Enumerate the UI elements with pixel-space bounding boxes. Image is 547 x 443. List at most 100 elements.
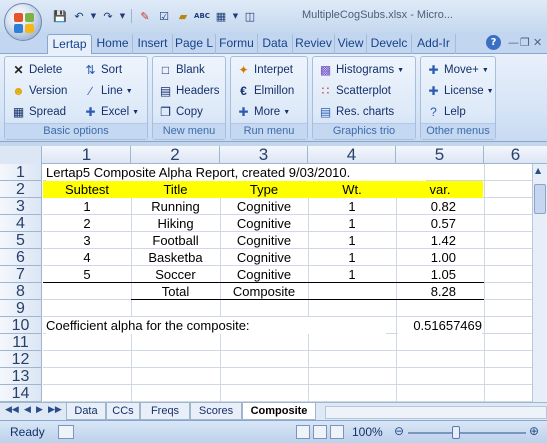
zoom-out-icon[interactable]: ⊖ bbox=[394, 424, 404, 438]
row-header[interactable]: 3 bbox=[0, 198, 42, 215]
total-variance[interactable]: 8.28 bbox=[396, 283, 456, 300]
tab-review[interactable]: Reviev bbox=[293, 34, 335, 54]
report-title[interactable]: Lertap5 Composite Alpha Report, created … bbox=[46, 164, 426, 181]
histograms-button[interactable]: ▩ Histograms ▼ bbox=[318, 61, 404, 79]
table-cell[interactable]: 5 bbox=[43, 266, 131, 283]
sheet-tab-data[interactable]: Data bbox=[66, 403, 106, 420]
copy-button[interactable]: ❐ Copy bbox=[158, 103, 203, 121]
table-cell[interactable]: 0.57 bbox=[396, 215, 456, 232]
row-header[interactable]: 13 bbox=[0, 368, 42, 385]
headers-button[interactable]: ▤ Headers bbox=[158, 82, 220, 100]
tab-add-ins[interactable]: Add-Ir bbox=[412, 34, 456, 54]
table-cell[interactable]: Cognitive bbox=[220, 249, 308, 266]
table-cell[interactable]: Hiking bbox=[131, 215, 220, 232]
tab-view[interactable]: View bbox=[335, 34, 367, 54]
zoom-slider[interactable] bbox=[408, 432, 526, 434]
normal-view-icon[interactable] bbox=[296, 425, 310, 439]
vertical-scrollbar[interactable]: ▲ bbox=[532, 164, 547, 402]
sheet-tab-ccs[interactable]: CCs bbox=[106, 403, 140, 420]
office-button[interactable] bbox=[4, 3, 42, 41]
row-header[interactable]: 1 bbox=[0, 164, 42, 181]
zoom-slider-thumb[interactable] bbox=[452, 426, 460, 439]
spreadsheet-grid[interactable]: 1 2 3 4 5 6 1 2 3 4 5 6 7 8 9 10 11 12 1… bbox=[0, 146, 547, 402]
sort-icon[interactable]: ▦ bbox=[213, 8, 229, 24]
total-type[interactable]: Composite bbox=[220, 283, 308, 300]
help-button[interactable]: ? Lelp bbox=[426, 103, 466, 121]
column-header[interactable]: 3 bbox=[220, 146, 308, 164]
table-cell[interactable]: 1 bbox=[308, 232, 396, 249]
undo-icon[interactable]: ↶ bbox=[71, 8, 87, 24]
delete-button[interactable]: ✕ Delete bbox=[11, 61, 62, 79]
table-cell[interactable]: Cognitive bbox=[220, 266, 308, 283]
sheet-tab-composite[interactable]: Composite bbox=[242, 403, 316, 420]
alpha-label[interactable]: Coefficient alpha for the composite: bbox=[46, 317, 386, 334]
res-charts-button[interactable]: ▤ Res. charts bbox=[318, 103, 394, 121]
header-type[interactable]: Type bbox=[220, 181, 308, 198]
scroll-up-icon[interactable]: ▲ bbox=[535, 166, 541, 175]
zoom-level[interactable]: 100% bbox=[352, 425, 383, 439]
tab-page-layout[interactable]: Page L bbox=[173, 34, 216, 54]
row-header[interactable]: 8 bbox=[0, 283, 42, 300]
zoom-in-icon[interactable]: ⊕ bbox=[529, 424, 539, 438]
tab-developer[interactable]: Develc bbox=[367, 34, 412, 54]
scroll-thumb[interactable] bbox=[534, 184, 546, 214]
redo-icon[interactable]: ↷ bbox=[100, 8, 116, 24]
tab-home[interactable]: Home bbox=[93, 34, 133, 54]
table-cell[interactable]: 0.82 bbox=[396, 198, 456, 215]
sheet-tab-freqs[interactable]: Freqs bbox=[140, 403, 190, 420]
row-header[interactable]: 6 bbox=[0, 249, 42, 266]
row-header[interactable]: 7 bbox=[0, 266, 42, 283]
license-button[interactable]: ✚ License ▼ bbox=[426, 82, 493, 100]
alpha-value[interactable]: 0.51657469 bbox=[398, 317, 482, 334]
table-cell[interactable]: Cognitive bbox=[220, 232, 308, 249]
sort-button[interactable]: ⇅ Sort bbox=[83, 61, 122, 79]
page-layout-view-icon[interactable] bbox=[313, 425, 327, 439]
line-button[interactable]: ∕ Line ▼ bbox=[83, 82, 132, 100]
column-header[interactable]: 5 bbox=[396, 146, 484, 164]
table-cell[interactable]: 1.00 bbox=[396, 249, 456, 266]
dropdown-arrow-icon[interactable]: ▼ bbox=[90, 8, 97, 24]
table-cell[interactable]: Cognitive bbox=[220, 215, 308, 232]
row-header[interactable]: 12 bbox=[0, 351, 42, 368]
dropdown-arrow-icon[interactable]: ▼ bbox=[232, 8, 239, 24]
blank-button[interactable]: □ Blank bbox=[158, 61, 205, 79]
table-cell[interactable]: Basketba bbox=[131, 249, 220, 266]
checkbox-icon[interactable]: ☑ bbox=[156, 8, 172, 24]
table-cell[interactable]: 4 bbox=[43, 249, 131, 266]
save-icon[interactable]: 💾 bbox=[52, 8, 68, 24]
move-plus-button[interactable]: ✚ Move+ ▼ bbox=[426, 61, 488, 79]
select-all-corner[interactable] bbox=[0, 146, 42, 164]
customize-icon[interactable]: ◫ bbox=[242, 8, 258, 24]
pencil-icon[interactable]: ✎ bbox=[137, 8, 153, 24]
macro-record-icon[interactable] bbox=[58, 425, 74, 439]
sheet-tab-scores[interactable]: Scores bbox=[190, 403, 242, 420]
table-cell[interactable]: 1.05 bbox=[396, 266, 456, 283]
prev-sheet-icon[interactable]: ◀ bbox=[24, 405, 31, 415]
first-sheet-icon[interactable]: ◀◀ bbox=[5, 405, 19, 415]
tab-lertap[interactable]: Lertap bbox=[47, 34, 92, 55]
row-header[interactable]: 5 bbox=[0, 232, 42, 249]
table-cell[interactable]: 1 bbox=[308, 215, 396, 232]
table-cell[interactable]: 1 bbox=[308, 198, 396, 215]
table-cell[interactable]: 1 bbox=[43, 198, 131, 215]
restore-icon[interactable]: ❐ bbox=[520, 36, 530, 49]
spelling-icon[interactable]: ABC bbox=[194, 8, 210, 24]
tab-data[interactable]: Data bbox=[258, 34, 293, 54]
column-header[interactable]: 2 bbox=[131, 146, 220, 164]
table-cell[interactable]: Soccer bbox=[131, 266, 220, 283]
column-header[interactable]: 4 bbox=[308, 146, 396, 164]
row-header[interactable]: 10 bbox=[0, 317, 42, 334]
elmillon-button[interactable]: € Elmillon bbox=[236, 82, 294, 100]
total-label[interactable]: Total bbox=[131, 283, 220, 300]
page-break-view-icon[interactable] bbox=[330, 425, 344, 439]
table-cell[interactable]: Football bbox=[131, 232, 220, 249]
last-sheet-icon[interactable]: ▶▶ bbox=[48, 405, 62, 415]
excel-button[interactable]: ✚ Excel ▼ bbox=[83, 103, 139, 121]
table-cell[interactable]: Cognitive bbox=[220, 198, 308, 215]
column-header[interactable]: 6 bbox=[484, 146, 547, 164]
dropdown-arrow-icon[interactable]: ▼ bbox=[119, 8, 126, 24]
table-cell[interactable]: Running bbox=[131, 198, 220, 215]
version-button[interactable]: ☻ Version bbox=[11, 82, 67, 100]
header-weight[interactable]: Wt. bbox=[308, 181, 396, 198]
tab-formulas[interactable]: Formu bbox=[216, 34, 258, 54]
